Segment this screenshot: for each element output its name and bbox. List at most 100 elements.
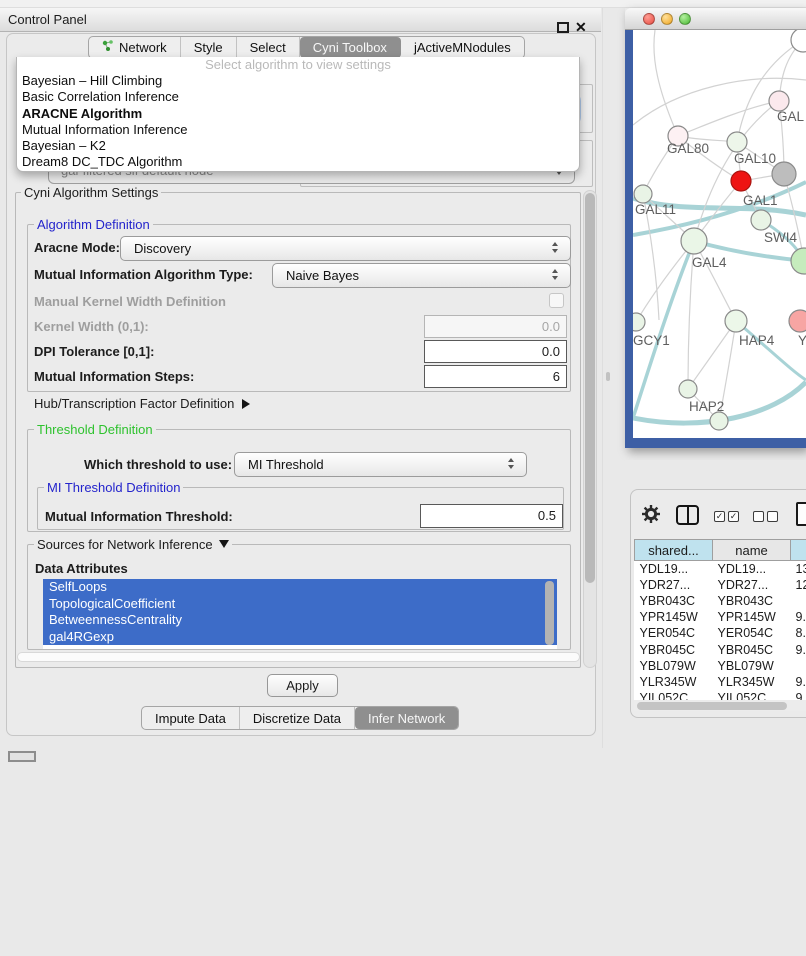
hub-definition-toggle[interactable]: Hub/Transcription Factor Definition [34,396,250,411]
table-cell[interactable]: YDR27... [635,577,713,593]
network-node[interactable] [789,310,806,332]
table-cell[interactable]: 12 [791,577,806,593]
table-cell[interactable]: 9. [791,609,806,625]
which-threshold-select[interactable]: MI Threshold [234,452,527,477]
mi-threshold-field[interactable]: 0.5 [420,504,563,528]
tab-jactivemnodules[interactable]: jActiveMNodules [401,37,524,58]
table-cell[interactable]: YLR345W [635,674,713,690]
mi-steps-field[interactable]: 6 [424,365,567,388]
network-graph[interactable]: GALGAL80GAL10GAL1GAL11SWI4GAL4GCY1HAP4YH… [633,30,806,438]
zoom-traffic-light-icon[interactable] [679,13,691,25]
panel-splitter[interactable] [602,8,603,748]
table-row[interactable]: YBR043CYBR043C [635,593,806,609]
apply-button[interactable]: Apply [267,674,338,697]
settings-vertical-scrollbar-thumb[interactable] [585,193,595,583]
table-cell[interactable]: YPR145W [635,609,713,625]
network-node[interactable] [751,210,771,230]
table-cell[interactable]: 8. [791,625,806,641]
table-row[interactable]: YPR145WYPR145W9. [635,609,806,625]
tab-style[interactable]: Style [181,37,237,58]
checked-box-icon[interactable]: ✓ [714,511,725,522]
table-cell[interactable]: YDL19... [635,561,713,577]
table-cell[interactable]: 9. [791,674,806,690]
aracne-mode-select[interactable]: Discovery [120,236,571,261]
gear-icon[interactable] [641,504,661,527]
close-traffic-light-icon[interactable] [643,13,655,25]
network-node[interactable] [634,185,652,203]
table-horizontal-scrollbar-thumb[interactable] [637,702,787,710]
dpi-tolerance-field[interactable]: 0.0 [424,340,567,363]
table-cell[interactable]: YBR043C [713,593,791,609]
table-cell[interactable]: YBL079W [713,658,791,674]
unchecked-box-icon[interactable] [767,511,778,522]
network-node[interactable] [679,380,697,398]
table-cell[interactable]: YBR043C [635,593,713,609]
algorithm-option[interactable]: Dream8 DC_TDC Algorithm [17,154,579,170]
tab-select[interactable]: Select [237,37,300,58]
column-header[interactable]: name [713,540,791,561]
minimized-panel-icon[interactable] [8,751,36,762]
network-node[interactable] [731,171,751,191]
column-header[interactable]: A [791,540,806,561]
algorithm-option[interactable]: Bayesian – Hill Climbing [17,73,579,89]
attribute-item[interactable]: SelfLoops [43,579,557,596]
kernel-width-field[interactable]: 0.0 [424,315,567,338]
network-node[interactable] [791,30,806,52]
algorithm-option[interactable]: Bayesian – K2 [17,138,579,154]
tab-discretize-data[interactable]: Discretize Data [240,707,355,729]
attribute-item[interactable]: TopologicalCoefficient [43,596,557,613]
algorithm-option[interactable]: Basic Correlation Inference [17,89,579,105]
table-row[interactable]: YBR045CYBR045C9. [635,641,806,657]
network-node[interactable] [769,91,789,111]
settings-horizontal-scrollbar[interactable] [17,652,580,662]
unchecked-box-icon[interactable] [753,511,764,522]
attribute-item[interactable]: gal4RGexp [43,629,557,646]
minimize-traffic-light-icon[interactable] [661,13,673,25]
manual-kernel-checkbox[interactable] [549,293,564,308]
table-cell[interactable]: YBR045C [635,641,713,657]
file-icon[interactable] [796,502,806,526]
splitter-grip[interactable] [606,372,610,381]
table-cell[interactable]: YPR145W [713,609,791,625]
table-row[interactable]: YER054CYER054C8. [635,625,806,641]
network-node[interactable] [727,132,747,152]
tab-impute-data[interactable]: Impute Data [142,707,240,729]
checked-box-icon[interactable]: ✓ [728,511,739,522]
table-row[interactable]: YLR345WYLR345W9. [635,674,806,690]
table-cell[interactable]: 13 [791,561,806,577]
table-row[interactable]: YDL19...YDL19...13 [635,561,806,577]
table-cell[interactable]: YBR045C [713,641,791,657]
network-node[interactable] [725,310,747,332]
algorithm-option[interactable]: Mutual Information Inference [17,122,579,138]
network-node[interactable] [791,248,806,274]
table-row[interactable]: YBL079WYBL079W [635,658,806,674]
table-cell[interactable]: YDR27... [713,577,791,593]
network-node[interactable] [633,313,645,331]
expand-down-icon[interactable] [219,540,229,548]
table-cell[interactable]: YER054C [635,625,713,641]
table-cell[interactable]: YER054C [713,625,791,641]
table-cell[interactable]: YBL079W [635,658,713,674]
network-node[interactable] [710,412,728,430]
table-row[interactable]: YDR27...YDR27...12 [635,577,806,593]
mi-type-select[interactable]: Naive Bayes [272,263,571,288]
column-header[interactable]: shared... [635,540,713,561]
table-cell[interactable]: YLR345W [713,674,791,690]
network-canvas[interactable]: GALGAL80GAL10GAL1GAL11SWI4GAL4GCY1HAP4YH… [633,30,806,438]
algorithm-option[interactable]: ARACNE Algorithm [17,106,579,122]
table-cell[interactable]: YDL19... [713,561,791,577]
node-label: SWI4 [764,230,797,245]
tab-cyni-toolbox[interactable]: Cyni Toolbox [300,37,401,58]
attribute-item[interactable]: BetweennessCentrality [43,612,557,629]
column-settings-icon[interactable] [676,505,699,525]
table-cell[interactable]: 9. [791,641,806,657]
table-cell[interactable] [791,593,806,609]
float-window-icon[interactable] [557,22,569,33]
tab-infer-network[interactable]: Infer Network [355,707,458,729]
node-label: HAP2 [689,399,724,414]
control-panel-title: Control Panel [8,12,87,27]
tab-network[interactable]: Network [89,37,181,58]
attributes-list-scrollbar-thumb[interactable] [545,581,554,645]
table-cell[interactable] [791,658,806,674]
network-node[interactable] [681,228,707,254]
